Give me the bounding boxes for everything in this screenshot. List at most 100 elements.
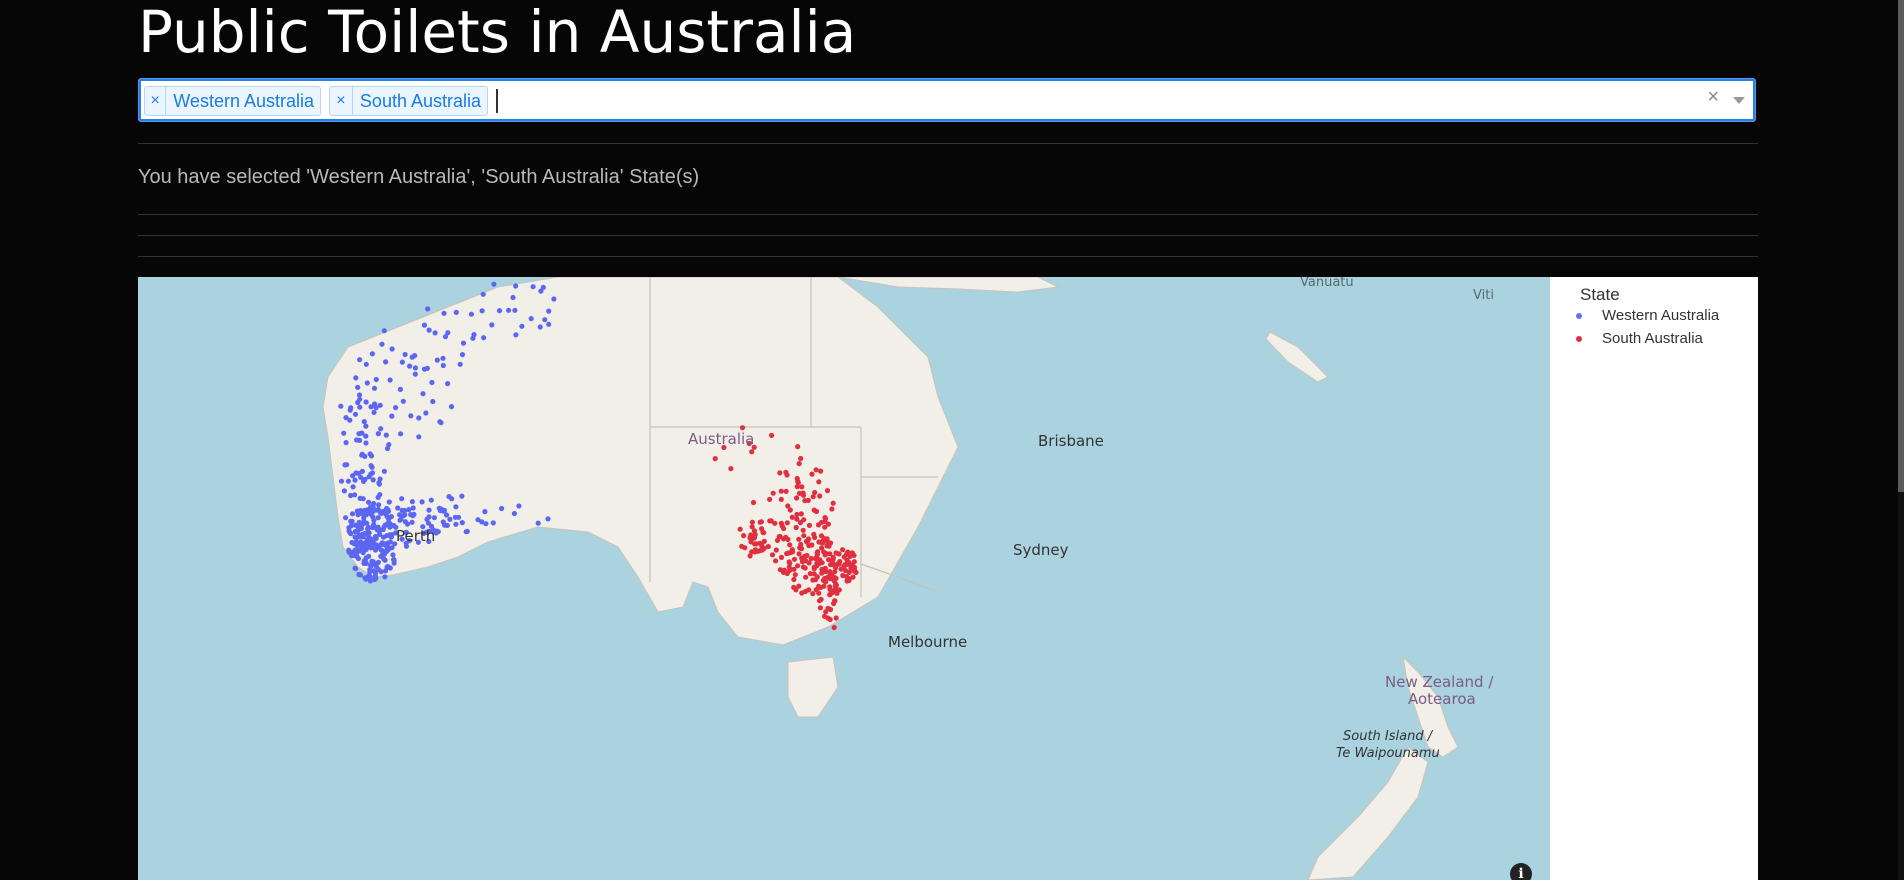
text-cursor[interactable] [496,89,498,113]
toilet-marker [453,309,459,315]
toilet-marker [338,478,345,484]
toilet-marker [349,539,355,546]
toilet-marker [751,535,757,541]
toilet-marker [395,505,401,511]
toilet-marker [383,359,389,365]
divider [138,214,1758,215]
toilet-marker [421,322,428,328]
remove-south-australia-icon[interactable]: × [330,87,353,115]
toilet-marker [811,531,817,537]
toilet-marker [377,402,383,408]
dropdown-arrow-icon[interactable] [1733,97,1745,104]
toilet-marker [831,624,837,631]
toilet-marker [783,488,789,494]
toilet-marker [537,324,543,330]
toilet-marker [380,555,386,561]
scrollbar-thumb[interactable] [1898,0,1904,492]
toilet-marker [791,584,797,590]
toilet-marker [785,536,791,542]
toilet-marker [363,361,369,367]
map-label-south-island-2: Te Waipounamu [1336,746,1440,761]
toilet-marker [381,328,387,334]
toilet-marker [851,559,857,565]
toilet-marker [546,308,552,314]
toilet-marker [542,317,548,323]
toilet-marker [750,499,757,506]
toilet-marker [785,503,791,509]
toilet-marker [357,404,363,410]
toilet-marker [833,550,839,556]
page-scrollbar[interactable] [1898,0,1904,880]
toilet-marker [816,598,823,604]
toilet-marker [435,529,441,535]
clear-all-icon[interactable]: × [1707,86,1719,109]
toilet-marker [369,351,375,357]
toilet-marker [382,574,388,580]
toilet-marker [538,288,544,294]
toilet-marker [457,361,463,367]
attribution-info-icon[interactable]: i [1510,863,1532,880]
toilet-marker [375,494,381,500]
legend-marker-icon [1576,313,1582,319]
toilet-marker [778,520,785,526]
map-label-viti: Viti [1473,288,1494,303]
toilet-marker [818,533,825,539]
toilet-marker [803,538,810,544]
toilet-marker [789,514,795,520]
toilet-marker [362,476,368,482]
remove-western-australia-icon[interactable]: × [145,87,167,115]
toilet-marker [851,552,857,558]
toilet-marker [761,538,767,544]
toilet-marker [409,354,415,360]
toilet-marker [345,478,351,484]
toilet-marker [813,508,820,515]
toilet-marker [364,380,370,386]
toilet-marker [402,519,408,525]
toilet-marker [512,307,518,313]
toilet-marker [399,496,405,502]
toilet-marker [791,576,797,583]
toilet-marker [342,462,348,468]
toilet-marker [429,379,435,386]
toilet-marker [777,470,783,476]
toilet-marker [825,557,832,563]
toilet-marker [822,552,828,558]
toilet-marker [801,533,807,539]
toilet-marker [496,308,503,314]
toilet-marker [833,581,839,587]
toilet-marker [546,321,552,327]
divider [138,256,1758,257]
toilet-marker [370,559,376,565]
toilet-marker [513,332,519,338]
state-multiselect[interactable]: × Western Australia × South Australia × [138,78,1756,122]
toilet-marker [806,522,813,528]
toilet-marker [385,507,391,513]
legend-item-south-australia[interactable]: South Australia [1576,330,1703,347]
toilet-marker [825,605,831,611]
toilet-marker [421,366,428,372]
map[interactable]: Australia Brisbane Sydney Melbourne Pert… [138,277,1550,880]
map-canvas[interactable]: Australia Brisbane Sydney Melbourne Pert… [138,277,1550,880]
toilet-marker [352,477,358,483]
toilet-marker [817,605,824,611]
toilet-marker [378,541,384,547]
toilet-marker [784,570,790,577]
toilet-marker [802,565,808,571]
toilet-marker [816,479,822,485]
toilet-marker [833,615,839,621]
toilet-marker [800,527,806,533]
toilet-marker [426,507,432,513]
toilet-marker [784,472,790,478]
toilet-marker [792,572,798,578]
legend-item-western-australia[interactable]: Western Australia [1576,307,1719,324]
toilet-marker [728,466,734,472]
toilet-marker [412,371,418,377]
toilet-marker [796,461,802,467]
toilet-marker [352,411,359,417]
toilet-marker [448,404,455,410]
toilet-marker [827,584,833,590]
toilet-marker [363,399,369,405]
toilet-marker [341,430,347,436]
toilet-marker [375,559,381,565]
toilet-marker [397,386,403,392]
